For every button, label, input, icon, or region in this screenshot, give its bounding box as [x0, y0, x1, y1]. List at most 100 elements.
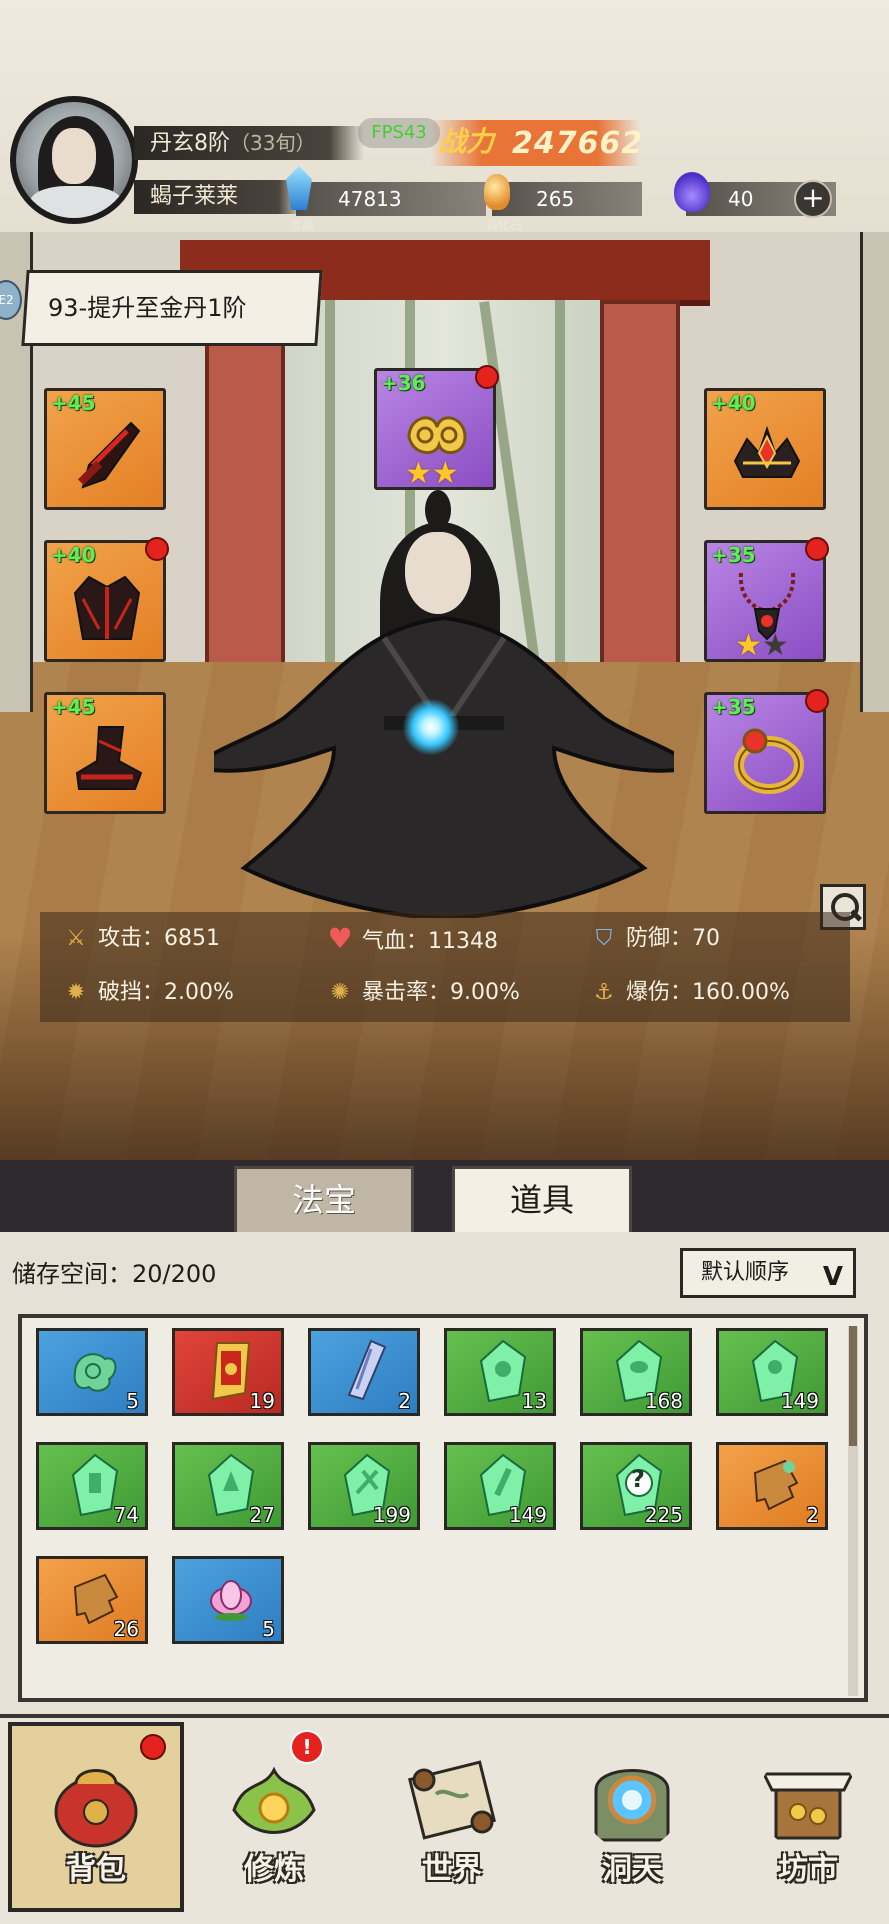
hero-robe — [214, 615, 674, 918]
nav-market[interactable]: 坊市 — [728, 1730, 888, 1910]
spirit-orb — [403, 699, 459, 755]
inventory-item[interactable]: 19 — [172, 1328, 284, 1416]
red-dot-indicator — [805, 689, 829, 713]
equip-slot-necklace[interactable]: +35 ★★ — [704, 537, 829, 663]
star-icon: ★ — [761, 628, 789, 663]
resource-spirit-crystal[interactable]: 灵晶 47813 — [286, 166, 486, 232]
stat-label: 攻击： — [98, 926, 165, 951]
inventory-item[interactable]: 13 — [444, 1328, 556, 1416]
purple-flame-value: 40 — [728, 187, 754, 211]
weapon-icon — [77, 421, 141, 489]
nav-label: 背包 — [66, 1852, 126, 1887]
item-count: 149 — [508, 1503, 547, 1527]
player-avatar[interactable] — [10, 96, 138, 224]
puzzle-piece-icon — [753, 1459, 799, 1511]
world-scroll-icon — [407, 1760, 497, 1840]
star-rating: ★★ — [405, 459, 459, 489]
sword-icon: ⚔ — [66, 926, 86, 951]
nav-bag[interactable]: 背包 — [16, 1730, 176, 1910]
tab-items[interactable]: 道具 — [452, 1166, 632, 1232]
lotus-icon — [210, 1580, 252, 1621]
equip-level: +45 — [51, 695, 96, 719]
sort-label: 默认顺序 — [701, 1260, 790, 1285]
realm-text: 丹玄8阶 — [150, 131, 230, 156]
inventory-item[interactable]: 5 — [36, 1328, 148, 1416]
item-count: 19 — [249, 1389, 275, 1413]
star-icon: ★ — [405, 456, 432, 491]
add-currency-button[interactable]: + — [794, 180, 832, 218]
resource-creation-stone[interactable]: 造化石 265 — [484, 174, 642, 232]
fps-counter: FPS43 — [358, 118, 440, 148]
crit-icon: ✺ — [330, 980, 350, 1005]
nav-grotto[interactable]: 洞天 — [552, 1730, 712, 1910]
item-count: 5 — [262, 1617, 275, 1641]
equip-slot-boots[interactable]: +45 — [44, 692, 166, 814]
inventory-item[interactable]: 26 — [36, 1556, 148, 1644]
nav-label: 坊市 — [778, 1852, 838, 1887]
crown-icon — [733, 425, 801, 478]
scrollbar-thumb[interactable] — [849, 1326, 857, 1446]
realm-level: 丹玄8阶（33旬） — [134, 126, 364, 160]
bag-icon — [54, 1769, 138, 1848]
crit-damage-icon: ⚓ — [594, 980, 614, 1005]
star-icon: ★ — [735, 628, 762, 663]
inventory-item[interactable]: 74 — [36, 1442, 148, 1530]
ring-icon — [734, 728, 804, 794]
equip-level: +40 — [711, 391, 756, 415]
item-count: 5 — [126, 1389, 139, 1413]
red-dot-indicator — [145, 537, 169, 561]
tab-bar — [0, 1160, 889, 1232]
inventory-item[interactable]: ? 225 — [580, 1442, 692, 1530]
stat-hp: ♥ 气血：11348 — [326, 924, 498, 957]
creation-stone-value: 265 — [536, 187, 575, 211]
inventory-item[interactable]: 199 — [308, 1442, 420, 1530]
stat-label: 暴击率： — [362, 980, 451, 1005]
inventory-item[interactable]: 149 — [716, 1328, 828, 1416]
equip-level: +40 — [51, 543, 96, 567]
spirit-crystal-value: 47813 — [338, 187, 402, 211]
nav-cultivation[interactable]: ! 修炼 — [194, 1730, 354, 1910]
inventory-item[interactable]: 149 — [444, 1442, 556, 1530]
inventory-item[interactable]: 2 — [308, 1328, 420, 1416]
inventory-item[interactable]: 5 — [172, 1556, 284, 1644]
equip-slot-crown[interactable]: +40 — [704, 388, 826, 510]
inventory-item[interactable]: 2 — [716, 1442, 828, 1530]
stat-defense: ⛉ 防御：70 — [590, 924, 720, 954]
item-count: 74 — [113, 1503, 139, 1527]
nav-label: 修炼 — [244, 1852, 304, 1887]
jade-cloud-icon — [73, 1353, 117, 1392]
nav-world[interactable]: 世界 — [372, 1730, 532, 1910]
inventory-item[interactable]: 168 — [580, 1328, 692, 1416]
power-value: 247662 — [512, 126, 644, 161]
item-count: 168 — [644, 1389, 683, 1413]
cave-portal-icon — [594, 1769, 670, 1842]
stat-crit-damage: ⚓ 爆伤：160.00% — [590, 978, 790, 1008]
storage-label: 储存空间： — [12, 1260, 132, 1288]
market-stall-icon — [761, 1772, 855, 1840]
equip-slot-talisman[interactable]: +36 ★★ — [374, 365, 499, 490]
tab-treasure[interactable]: 法宝 — [234, 1166, 414, 1232]
alert-badge: ! — [290, 1730, 324, 1764]
shield-icon: ⛉ — [595, 926, 613, 951]
equip-slot-armor[interactable]: +40 — [44, 537, 169, 662]
item-count: 2 — [398, 1389, 411, 1413]
item-count: 225 — [644, 1503, 683, 1527]
hero-face — [405, 532, 471, 614]
sort-dropdown[interactable]: 默认顺序 V — [680, 1248, 856, 1298]
stat-label: 气血： — [362, 929, 429, 954]
equip-slot-ring[interactable]: +35 — [704, 689, 829, 814]
stat-value: 11348 — [428, 929, 499, 954]
chevron-down-icon: V — [822, 1262, 843, 1292]
hero-hair-bun — [425, 490, 451, 530]
inventory-item[interactable]: 27 — [172, 1442, 284, 1530]
stat-attack: ⚔ 攻击：6851 — [62, 924, 220, 954]
red-dot-indicator — [475, 365, 499, 389]
boots-icon — [75, 726, 143, 790]
nav-label: 世界 — [422, 1852, 482, 1887]
equip-level: +36 — [381, 371, 426, 395]
power-label: 战力 — [438, 125, 495, 158]
red-dot-indicator — [140, 1734, 166, 1760]
purple-flame-icon — [674, 172, 710, 212]
equip-slot-weapon[interactable]: +45 — [44, 388, 166, 510]
red-dot-indicator — [805, 537, 829, 561]
